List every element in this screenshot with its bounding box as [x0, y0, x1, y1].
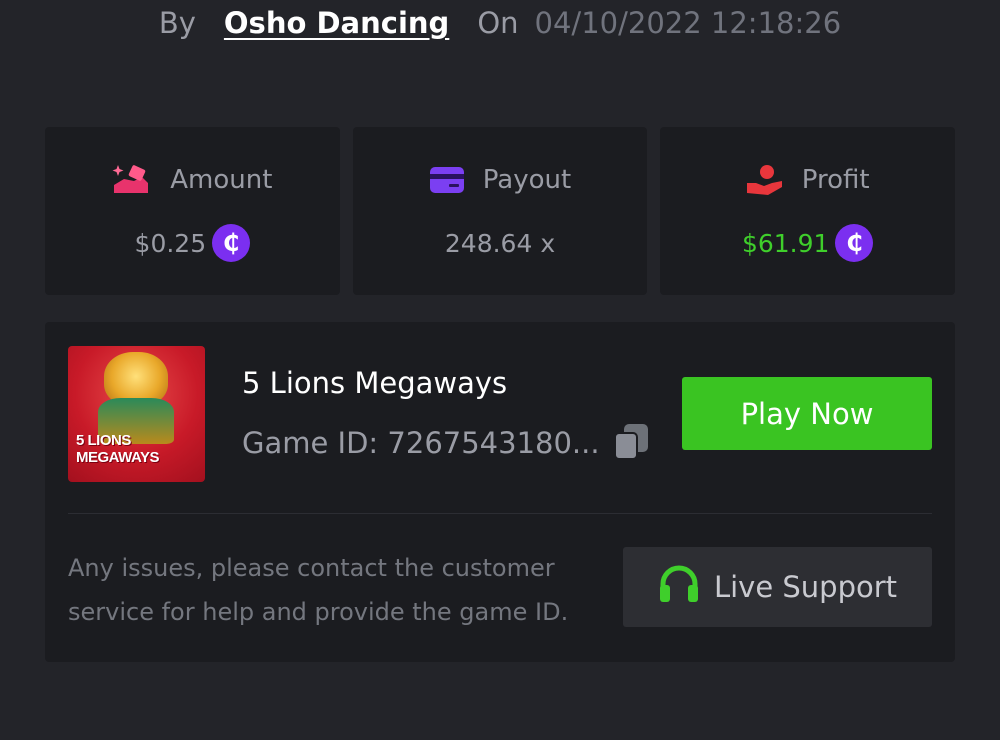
stats-row: Amount $0.25 ₵ Payout 248.64 x Profit $6… — [45, 127, 956, 295]
coin-hand-icon — [746, 163, 784, 197]
bet-datetime: 04/10/2022 12:18:26 — [534, 6, 842, 40]
play-now-button[interactable]: Play Now — [682, 377, 932, 450]
coin-icon: ₵ — [835, 224, 874, 262]
amount-label: Amount — [170, 165, 273, 195]
payout-label: Payout — [482, 165, 572, 195]
help-text: Any issues, please contact the customer … — [68, 554, 569, 626]
payout-value: 248.64 x — [444, 228, 556, 258]
payout-value-row: 248.64 x — [445, 223, 555, 263]
user-name-link[interactable]: Osho Dancing — [224, 6, 449, 40]
profit-card: Profit $61.91 ₵ — [660, 127, 956, 295]
profit-label: Profit — [801, 165, 870, 195]
live-support-label: Live Support — [713, 570, 898, 604]
bet-hand-icon — [112, 163, 152, 197]
date-group: On 04/10/2022 12:18:26 — [477, 6, 841, 40]
live-support-button[interactable]: Live Support — [623, 547, 932, 627]
game-panel: 5 LIONS MEGAWAYS 5 Lions Megaways Game I… — [45, 322, 955, 662]
profit-header: Profit — [746, 163, 870, 197]
thumbnail-logo: 5 LIONS MEGAWAYS — [76, 432, 159, 466]
coin-icon: ₵ — [212, 224, 251, 262]
game-title: 5 Lions Megaways — [242, 366, 508, 400]
amount-header: Amount — [112, 163, 272, 197]
headset-icon — [658, 564, 700, 611]
payout-header: Payout — [429, 163, 571, 197]
amount-card: Amount $0.25 ₵ — [45, 127, 340, 295]
payout-card: Payout 248.64 x — [352, 127, 648, 295]
copy-icon-front — [613, 432, 638, 460]
profit-value: $61.91 — [741, 228, 830, 258]
copy-icon[interactable] — [613, 424, 650, 462]
game-thumbnail[interactable]: 5 LIONS MEGAWAYS — [68, 346, 205, 482]
by-label: By — [158, 6, 196, 40]
card-icon — [429, 165, 465, 195]
game-id: Game ID: 7267543180... — [242, 426, 600, 460]
on-label: On — [477, 6, 519, 40]
amount-value-row: $0.25 ₵ — [135, 223, 251, 263]
game-id-row: Game ID: 7267543180... — [242, 424, 650, 462]
divider — [68, 513, 932, 514]
bet-meta: By Osho Dancing On 04/10/2022 12:18:26 — [0, 0, 1000, 46]
amount-value: $0.25 — [134, 228, 207, 258]
profit-value-row: $61.91 ₵ — [741, 223, 874, 263]
